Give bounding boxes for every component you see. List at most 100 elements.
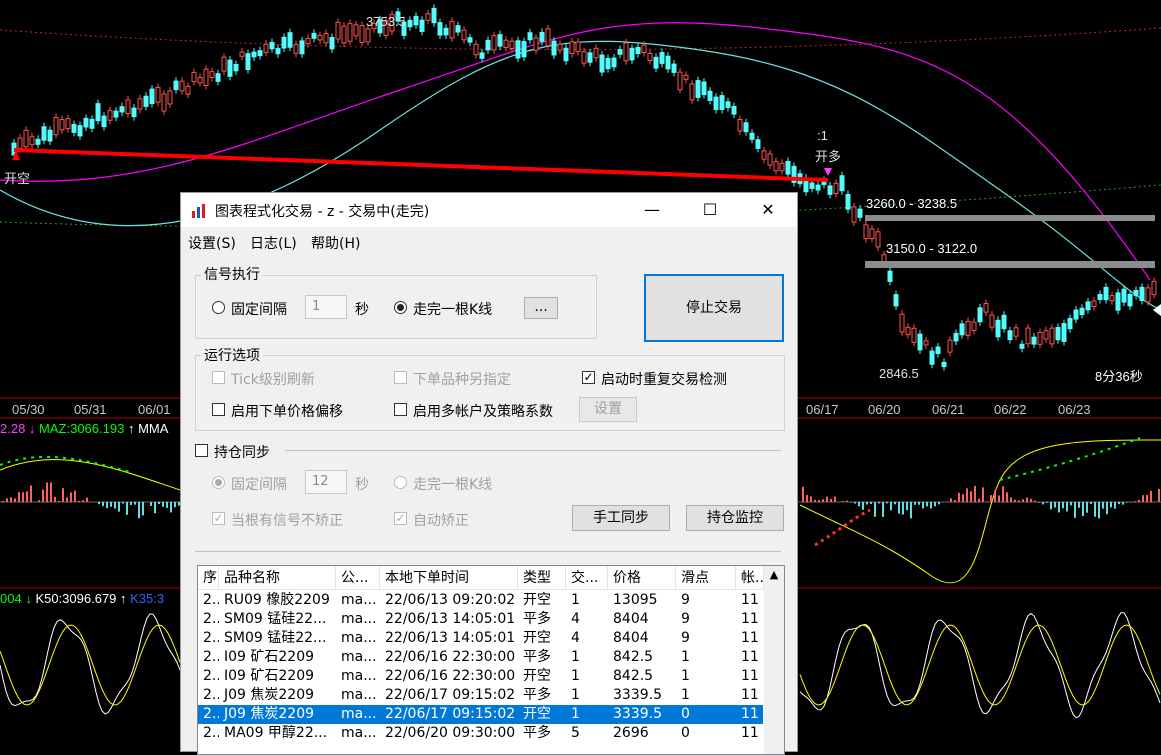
zone-lower-label: 3150.0 - 3122.0: [886, 241, 977, 256]
table-row[interactable]: 2..J09 焦炭2209ma...22/06/17 09:15:02开空133…: [198, 705, 763, 724]
signal-label-mid-top: :1: [817, 128, 828, 143]
candle: [162, 94, 166, 111]
col-header-price[interactable]: 价格: [608, 566, 676, 590]
table-row[interactable]: 2..SM09 锰硅22...ma...22/06/13 14:05:01平多4…: [198, 610, 763, 629]
histogram-bar: [1126, 502, 1128, 503]
candle: [186, 86, 190, 94]
candle: [654, 57, 658, 68]
histogram-bar: [30, 486, 32, 502]
table-row[interactable]: 2..J09 焦炭2209ma...22/06/17 09:15:02平多133…: [198, 686, 763, 705]
candle: [342, 26, 346, 43]
candle: [750, 133, 754, 139]
table-row[interactable]: 2..MA09 甲醇22...ma...22/06/20 09:30:00平多5…: [198, 724, 763, 743]
sync-interval-input[interactable]: 12: [305, 470, 347, 494]
close-button[interactable]: ✕: [745, 193, 791, 227]
multi-account-checkbox[interactable]: [394, 403, 407, 416]
table-cell: ma...: [336, 705, 380, 724]
table-row[interactable]: 2..SM09 锰硅22...ma...22/06/13 14:05:01开空4…: [198, 629, 763, 648]
indicator2-k35: K35:3: [130, 591, 164, 606]
histogram-bar: [826, 497, 828, 502]
bar-close-radio[interactable]: [394, 301, 407, 314]
scroll-up-icon[interactable]: ▲: [764, 566, 784, 584]
table-scrollbar[interactable]: ▲: [764, 566, 784, 755]
candle: [762, 151, 766, 159]
histogram-bar: [886, 502, 888, 503]
fixed-interval-radio[interactable]: [212, 301, 225, 314]
candle: [36, 139, 40, 144]
col-header-slippage[interactable]: 滑点: [676, 566, 736, 590]
candle: [354, 25, 358, 36]
col-header-account[interactable]: 帐...: [736, 566, 764, 590]
sync-bar-close-radio[interactable]: [394, 476, 407, 489]
orders-table[interactable]: 序 品种名称 公... 本地下单时间 类型 交... 价格 滑点 帐... 2.…: [197, 565, 785, 755]
table-row[interactable]: 2..RU09 橡胶2209ma...22/06/13 09:20:02开空11…: [198, 591, 763, 610]
histogram-bar: [14, 498, 16, 502]
table-cell: 1: [566, 591, 608, 610]
col-header-type[interactable]: 类型: [518, 566, 566, 590]
histogram-bar: [1070, 502, 1072, 505]
table-cell: 3339.5: [608, 705, 676, 724]
histogram-bar: [66, 497, 68, 502]
table-cell: 5: [566, 724, 608, 743]
table-cell: 8404: [608, 610, 676, 629]
table-cell: ma...: [336, 686, 380, 705]
candle: [504, 40, 508, 47]
table-cell: 2696: [608, 724, 676, 743]
menu-help[interactable]: 帮助(H): [311, 233, 360, 253]
tick-refresh-checkbox[interactable]: [212, 371, 225, 384]
histogram-bar: [1102, 502, 1104, 509]
col-header-qty[interactable]: 交...: [566, 566, 608, 590]
price-offset-checkbox[interactable]: [212, 403, 225, 416]
candle: [414, 16, 418, 24]
menu-settings[interactable]: 设置(S): [188, 233, 236, 253]
candle: [522, 42, 526, 57]
candle: [294, 45, 298, 54]
histogram-bar: [854, 502, 856, 504]
histogram-bar: [966, 488, 968, 502]
table-row[interactable]: 2..I09 矿石2209ma...22/06/16 22:30:00平多184…: [198, 648, 763, 667]
histogram-bar: [26, 491, 28, 502]
table-cell: 9: [676, 591, 736, 610]
histogram-bar: [958, 493, 960, 502]
interval-input[interactable]: 1: [305, 295, 347, 319]
candle: [1140, 287, 1144, 300]
title-bar[interactable]: 图表程式化交易 - z - 交易中(走完) — ☐ ✕: [181, 193, 797, 227]
maximize-button[interactable]: ☐: [687, 193, 733, 227]
minimize-button[interactable]: —: [629, 193, 675, 227]
table-cell: 22/06/20 09:30:00: [380, 724, 518, 743]
manual-sync-button[interactable]: 手工同步: [572, 505, 670, 531]
candle: [336, 22, 340, 39]
signal-label-left: 开空: [4, 168, 30, 187]
col-header-index[interactable]: 序: [198, 566, 219, 590]
histogram-bar: [42, 489, 44, 502]
candle: [258, 51, 262, 56]
sync-fixed-interval-radio[interactable]: [212, 476, 225, 489]
histogram-bar: [1054, 502, 1056, 508]
table-cell: SM09 锰硅22...: [219, 610, 336, 629]
startup-check-checkbox[interactable]: ✓: [582, 371, 595, 384]
col-header-company[interactable]: 公...: [336, 566, 380, 590]
histogram-bar: [1050, 502, 1052, 509]
table-cell: 11: [736, 648, 764, 667]
settings-button[interactable]: 设置: [579, 397, 637, 422]
col-header-symbol[interactable]: 品种名称: [219, 566, 336, 590]
alt-symbol-checkbox[interactable]: [394, 371, 407, 384]
histogram-bar: [1146, 495, 1148, 502]
no-fix-checkbox[interactable]: ✓: [212, 512, 225, 525]
candle: [846, 194, 850, 209]
more-button[interactable]: ...: [524, 297, 558, 319]
candle: [84, 118, 88, 127]
candle: [1014, 328, 1018, 336]
menu-log[interactable]: 日志(L): [250, 233, 297, 253]
candle: [1086, 302, 1090, 310]
table-cell: ma...: [336, 648, 380, 667]
col-header-time[interactable]: 本地下单时间: [380, 566, 518, 590]
auto-fix-checkbox[interactable]: ✓: [394, 512, 407, 525]
candle: [984, 304, 988, 313]
candle: [864, 225, 868, 239]
histogram-bar: [1158, 489, 1160, 502]
position-sync-checkbox[interactable]: [195, 444, 208, 457]
table-row[interactable]: 2..I09 矿石2209ma...22/06/16 22:30:00开空184…: [198, 667, 763, 686]
stop-trading-button[interactable]: 停止交易: [644, 274, 784, 342]
position-monitor-button[interactable]: 持仓监控: [686, 505, 784, 531]
